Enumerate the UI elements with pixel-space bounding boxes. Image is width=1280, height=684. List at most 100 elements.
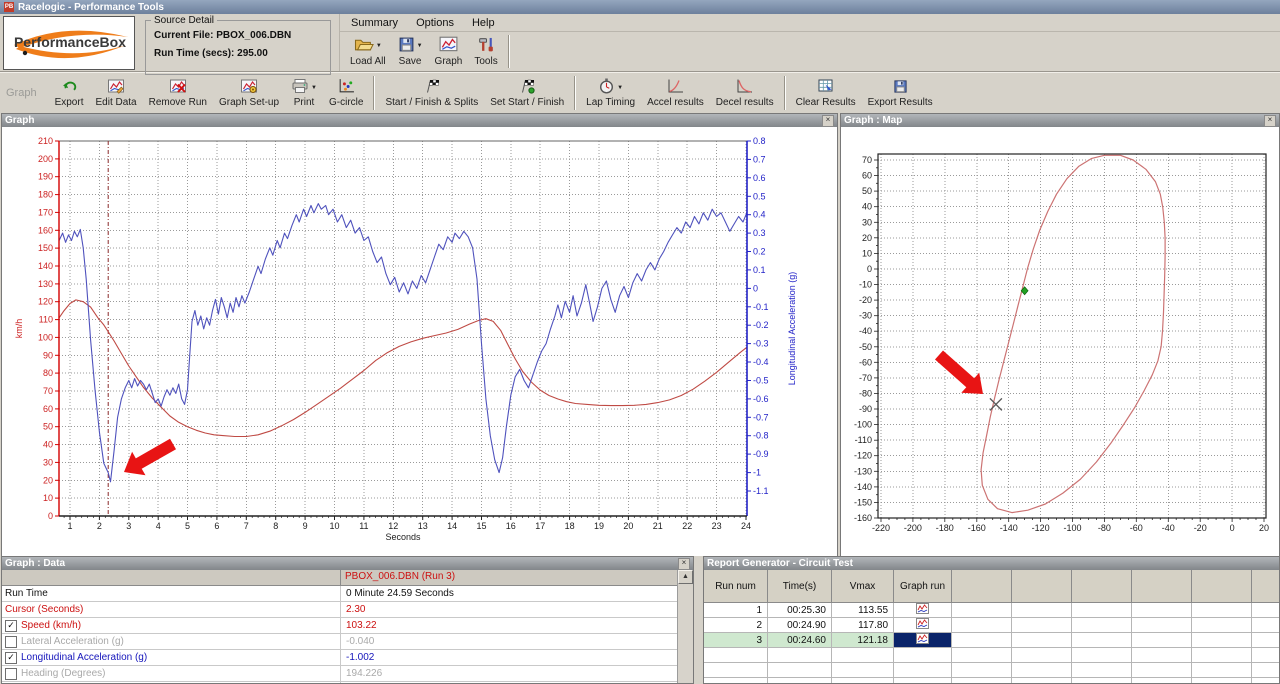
toolbar-button-tools[interactable]: Tools	[468, 35, 503, 68]
vmax-cell[interactable]: 113.55	[832, 603, 894, 618]
empty-cell[interactable]	[832, 678, 894, 683]
empty-cell[interactable]	[704, 678, 768, 683]
map-panel-close-icon[interactable]: ×	[1264, 115, 1276, 127]
dropdown-arrow-icon[interactable]: ▼	[376, 43, 382, 49]
empty-cell[interactable]	[952, 663, 1012, 678]
empty-cell[interactable]	[1072, 648, 1132, 663]
empty-cell[interactable]	[1132, 678, 1192, 683]
empty-cell[interactable]	[1012, 618, 1072, 633]
empty-cell[interactable]	[1192, 618, 1252, 633]
empty-cell[interactable]	[952, 678, 1012, 683]
graph-run-button[interactable]	[894, 618, 952, 633]
empty-cell[interactable]	[1072, 663, 1132, 678]
empty-cell[interactable]	[1072, 678, 1132, 683]
dropdown-arrow-icon[interactable]: ▼	[417, 43, 423, 49]
empty-cell[interactable]	[1012, 603, 1072, 618]
channel-checkbox[interactable]	[5, 668, 17, 680]
empty-cell[interactable]	[894, 678, 952, 683]
run-num-cell[interactable]: 1	[704, 603, 768, 618]
empty-cell[interactable]	[1192, 663, 1252, 678]
graph-panel-close-icon[interactable]: ×	[822, 115, 834, 127]
report-row-1: 100:25.30113.55	[704, 603, 1279, 618]
empty-cell[interactable]	[1072, 633, 1132, 648]
empty-cell[interactable]	[1192, 633, 1252, 648]
menu-help[interactable]: Help	[463, 16, 504, 30]
empty-cell[interactable]	[1252, 633, 1279, 648]
empty-cell[interactable]	[1012, 663, 1072, 678]
empty-cell[interactable]	[1132, 633, 1192, 648]
empty-cell[interactable]	[894, 648, 952, 663]
empty-cell[interactable]	[1192, 678, 1252, 683]
empty-cell[interactable]	[768, 678, 832, 683]
toolbar-button-print[interactable]: ▼Print	[285, 77, 323, 109]
time-cell[interactable]: 00:24.60	[768, 633, 832, 648]
time-cell[interactable]: 00:24.90	[768, 618, 832, 633]
data-panel-close-icon[interactable]: ×	[678, 558, 690, 570]
toolbar-button-g-circle[interactable]: G-circle	[323, 77, 369, 109]
graph-run-button[interactable]	[894, 603, 952, 618]
empty-cell[interactable]	[1252, 648, 1279, 663]
empty-cell[interactable]	[1132, 603, 1192, 618]
run-num-cell[interactable]: 2	[704, 618, 768, 633]
map-chart[interactable]: -220-200-180-160-140-120-100-80-60-40-20…	[841, 127, 1279, 555]
empty-cell[interactable]	[1012, 633, 1072, 648]
toolbar-button-load-all[interactable]: ▼Load All	[344, 35, 392, 68]
toolbar-button-graph-set-up[interactable]: Graph Set-up	[213, 78, 285, 109]
empty-cell[interactable]	[768, 663, 832, 678]
toolbar-button-graph[interactable]: Graph	[429, 35, 469, 68]
toolbar-button-remove-run[interactable]: Remove Run	[143, 78, 213, 109]
empty-cell[interactable]	[1012, 648, 1072, 663]
empty-cell[interactable]	[704, 663, 768, 678]
channel-checkbox[interactable]: ✓	[5, 620, 17, 632]
dropdown-arrow-icon[interactable]: ▼	[617, 85, 623, 91]
svg-text:0.8: 0.8	[753, 136, 766, 146]
dropdown-arrow-icon[interactable]: ▼	[311, 85, 317, 91]
empty-cell[interactable]	[952, 603, 1012, 618]
toolbar-button-accel-results[interactable]: Accel results	[641, 77, 710, 109]
toolbar-button-clear-results[interactable]: Clear Results	[790, 77, 862, 109]
empty-cell[interactable]	[832, 648, 894, 663]
empty-cell[interactable]	[1132, 618, 1192, 633]
empty-cell[interactable]	[1252, 678, 1279, 683]
graph-run-button[interactable]	[894, 633, 952, 648]
empty-cell[interactable]	[1132, 648, 1192, 663]
empty-cell[interactable]	[704, 648, 768, 663]
empty-cell[interactable]	[1252, 603, 1279, 618]
data-panel-scrollbar[interactable]: ▲	[677, 570, 693, 683]
empty-cell[interactable]	[768, 648, 832, 663]
toolbar-separator	[373, 76, 375, 110]
toolbar-button-edit-data[interactable]: Edit Data	[89, 78, 142, 109]
time-cell[interactable]: 00:25.30	[768, 603, 832, 618]
title-bar[interactable]: PB Racelogic - Performance Tools	[0, 0, 1280, 14]
empty-cell[interactable]	[1012, 678, 1072, 683]
empty-cell[interactable]	[1252, 663, 1279, 678]
empty-cell[interactable]	[832, 663, 894, 678]
run-num-cell[interactable]: 3	[704, 633, 768, 648]
menu-options[interactable]: Options	[407, 16, 463, 30]
empty-cell[interactable]	[1192, 603, 1252, 618]
empty-cell[interactable]	[1072, 603, 1132, 618]
speed-chart[interactable]: 0102030405060708090100110120130140150160…	[2, 127, 837, 555]
channel-checkbox[interactable]: ✓	[5, 652, 17, 664]
empty-cell[interactable]	[1192, 648, 1252, 663]
empty-cell[interactable]	[952, 633, 1012, 648]
empty-cell[interactable]	[952, 648, 1012, 663]
toolbar-button-start-finish-splits[interactable]: Start / Finish & Splits	[379, 77, 484, 109]
empty-cell[interactable]	[952, 618, 1012, 633]
svg-text:-20: -20	[1194, 523, 1207, 533]
toolbar-button-export[interactable]: Export	[49, 78, 90, 109]
toolbar-button-export-results[interactable]: Export Results	[862, 78, 939, 109]
empty-cell[interactable]	[1252, 618, 1279, 633]
toolbar-button-lap-timing[interactable]: ▼Lap Timing	[580, 77, 641, 109]
empty-cell[interactable]	[1072, 618, 1132, 633]
toolbar-button-decel-results[interactable]: Decel results	[710, 77, 780, 109]
empty-cell[interactable]	[894, 663, 952, 678]
empty-cell[interactable]	[1132, 663, 1192, 678]
channel-checkbox[interactable]	[5, 636, 17, 648]
vmax-cell[interactable]: 117.80	[832, 618, 894, 633]
vmax-cell[interactable]: 121.18	[832, 633, 894, 648]
scroll-up-icon[interactable]: ▲	[678, 570, 693, 584]
menu-summary[interactable]: Summary	[342, 16, 407, 30]
toolbar-button-save[interactable]: ▼Save	[392, 35, 429, 68]
toolbar-button-set-start-finish[interactable]: Set Start / Finish	[484, 77, 570, 109]
